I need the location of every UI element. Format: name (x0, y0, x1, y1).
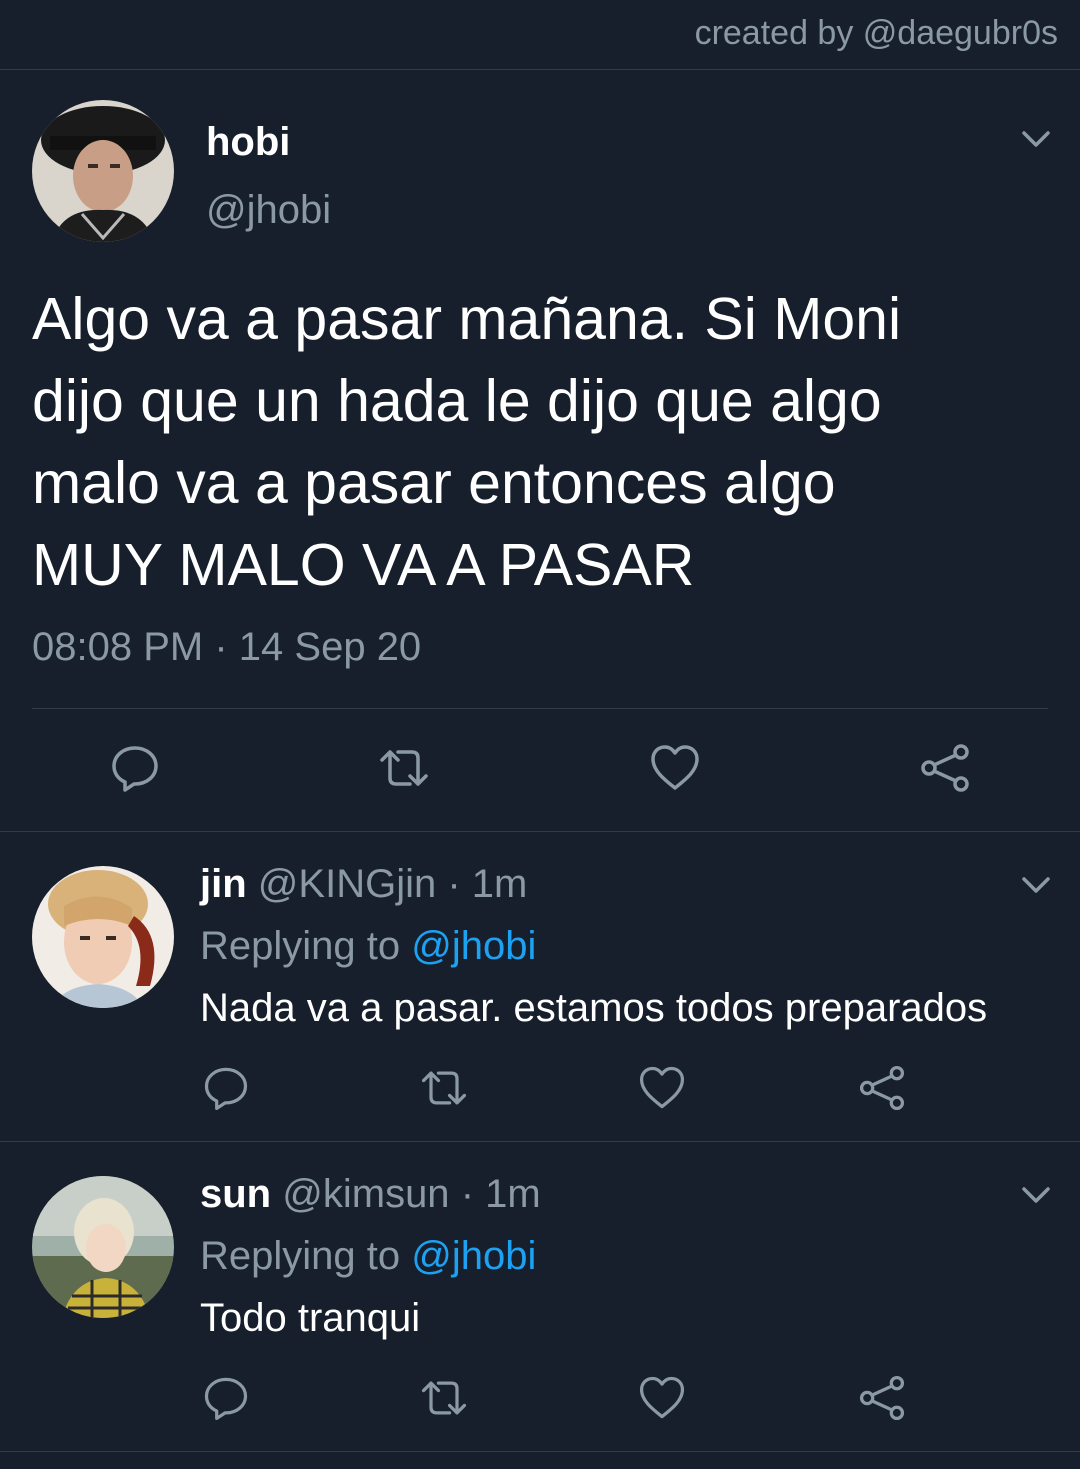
tweet-age: 1m (471, 862, 528, 906)
tweet-text: Nada va a pasar. estamos todos preparado… (200, 986, 988, 1030)
replying-to: Replying to @jhobi (200, 924, 536, 969)
replying-to-link[interactable]: @jhobi (411, 1234, 536, 1278)
tweet-text-line: Algo va a pasar mañana. Si Moni (32, 286, 902, 352)
reply-header: jin @KINGjin · 1m (200, 862, 527, 907)
tweet-time: 08:08 PM (32, 625, 204, 669)
avatar[interactable] (32, 100, 174, 242)
author-handle[interactable]: @jhobi (206, 188, 331, 233)
avatar[interactable] (32, 1176, 174, 1318)
replying-to: Replying to @jhobi (200, 1234, 536, 1279)
chevron-down-icon (1022, 131, 1050, 147)
author-name[interactable]: jin (200, 862, 247, 906)
reply-icon (112, 746, 158, 792)
chevron-down-icon (1022, 1187, 1050, 1203)
author-handle[interactable]: @kimsun (282, 1172, 449, 1216)
tweet-options-chevron[interactable] (1016, 864, 1056, 904)
share-button[interactable] (856, 1372, 912, 1428)
author-name[interactable]: sun (200, 1172, 271, 1216)
share-button[interactable] (856, 1062, 912, 1118)
heart-icon (651, 745, 699, 790)
tweet-text-line: MUY MALO VA A PASAR (32, 532, 695, 598)
separator: · (460, 1172, 475, 1216)
retweet-icon (421, 1381, 467, 1415)
heart-icon (639, 1376, 685, 1419)
tweet-date: 14 Sep 20 (238, 625, 422, 669)
separator: · (214, 625, 228, 669)
avatar[interactable] (32, 866, 174, 1008)
divider (32, 708, 1048, 709)
retweet-icon (380, 750, 428, 786)
tweet-text: Todo tranqui (200, 1296, 421, 1340)
reply-header: sun @kimsun · 1m (200, 1172, 541, 1217)
like-button[interactable] (636, 1062, 692, 1118)
tweet-options-chevron[interactable] (1016, 118, 1056, 158)
retweet-button[interactable] (376, 740, 432, 796)
reply-tweet: jin @KINGjin · 1m Replying to @jhobi Nad… (0, 832, 1080, 1142)
reply-button[interactable] (107, 740, 163, 796)
replying-to-link[interactable]: @jhobi (411, 924, 536, 968)
reply-button[interactable] (200, 1062, 256, 1118)
main-tweet: hobi @jhobi Algo va a pasar mañana. Si M… (0, 70, 1080, 832)
like-button[interactable] (636, 1372, 692, 1428)
chevron-down-icon (1022, 877, 1050, 893)
retweet-button[interactable] (418, 1062, 474, 1118)
retweet-icon (421, 1071, 467, 1105)
tweet-text-line: malo va a pasar entonces algo (32, 450, 836, 516)
tweet-options-chevron[interactable] (1016, 1174, 1056, 1214)
heart-icon (639, 1066, 685, 1109)
share-icon (921, 744, 969, 792)
author-handle[interactable]: @KINGjin (258, 862, 436, 906)
credit-text: created by @daegubr0s (694, 14, 1058, 52)
author-name[interactable]: hobi (206, 120, 290, 165)
reply-button[interactable] (200, 1372, 256, 1428)
reply-tweet: sun @kimsun · 1m Replying to @jhobi Todo… (0, 1142, 1080, 1452)
tweet-timestamp: 08:08 PM · 14 Sep 20 (32, 625, 421, 670)
like-button[interactable] (647, 740, 703, 796)
share-button[interactable] (917, 740, 973, 796)
retweet-button[interactable] (418, 1372, 474, 1428)
separator: · (447, 862, 461, 906)
tweet-text-line: dijo que un hada le dijo que algo (32, 368, 882, 434)
share-icon (859, 1065, 905, 1111)
reply-icon (204, 1067, 248, 1111)
tweet-text: Algo va a pasar mañana. Si Moni dijo que… (32, 278, 1042, 606)
reply-icon (204, 1377, 248, 1421)
credit-bar: created by @daegubr0s (0, 0, 1080, 70)
share-icon (859, 1375, 905, 1421)
replying-to-label: Replying to (200, 1234, 401, 1278)
tweet-age: 1m (485, 1172, 541, 1216)
replying-to-label: Replying to (200, 924, 401, 968)
